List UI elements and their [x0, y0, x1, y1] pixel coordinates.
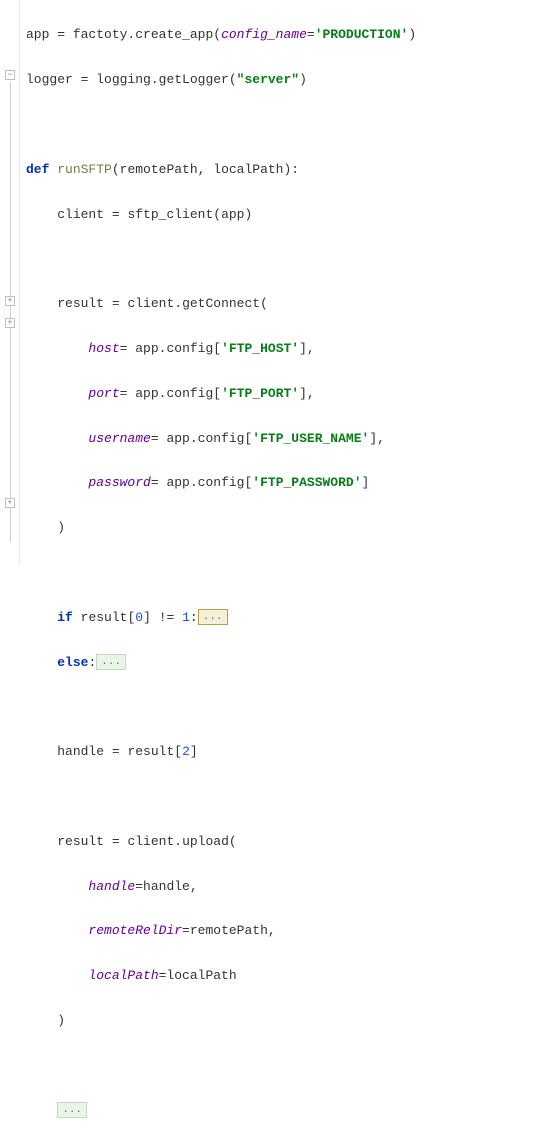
fold-expand-icon[interactable]: + — [5, 498, 15, 508]
fold-collapse-icon[interactable]: − — [5, 70, 15, 80]
code-editor: − + + + app = factoty.create_app(config_… — [0, 0, 534, 565]
fold-expand-icon[interactable]: + — [5, 318, 15, 328]
gutter: − + + + — [0, 0, 20, 565]
fold-expand-icon[interactable]: + — [5, 296, 15, 306]
fold-placeholder[interactable]: ... — [96, 654, 126, 670]
code-text: app — [26, 27, 49, 42]
fold-placeholder[interactable]: ... — [198, 609, 228, 625]
fold-placeholder[interactable]: ... — [57, 1102, 87, 1118]
code-area[interactable]: app = factoty.create_app(config_name='PR… — [20, 0, 534, 565]
